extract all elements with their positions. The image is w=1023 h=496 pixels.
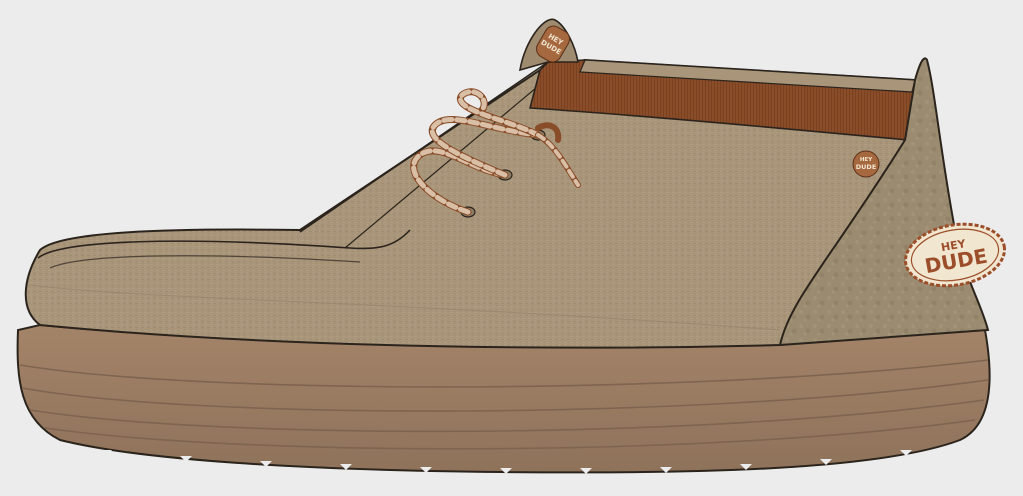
collar-badge: HEY DUDE — [852, 150, 880, 178]
tongue-tab: HEY DUDE — [519, 18, 579, 72]
shoe-svg: HEY DUDE HEY DUDE HEY DUDE — [16, 18, 1007, 474]
shoe-illustration: HEY DUDE HEY DUDE HEY DUDE — [0, 0, 1023, 496]
collar-badge-line2: DUDE — [856, 163, 877, 171]
